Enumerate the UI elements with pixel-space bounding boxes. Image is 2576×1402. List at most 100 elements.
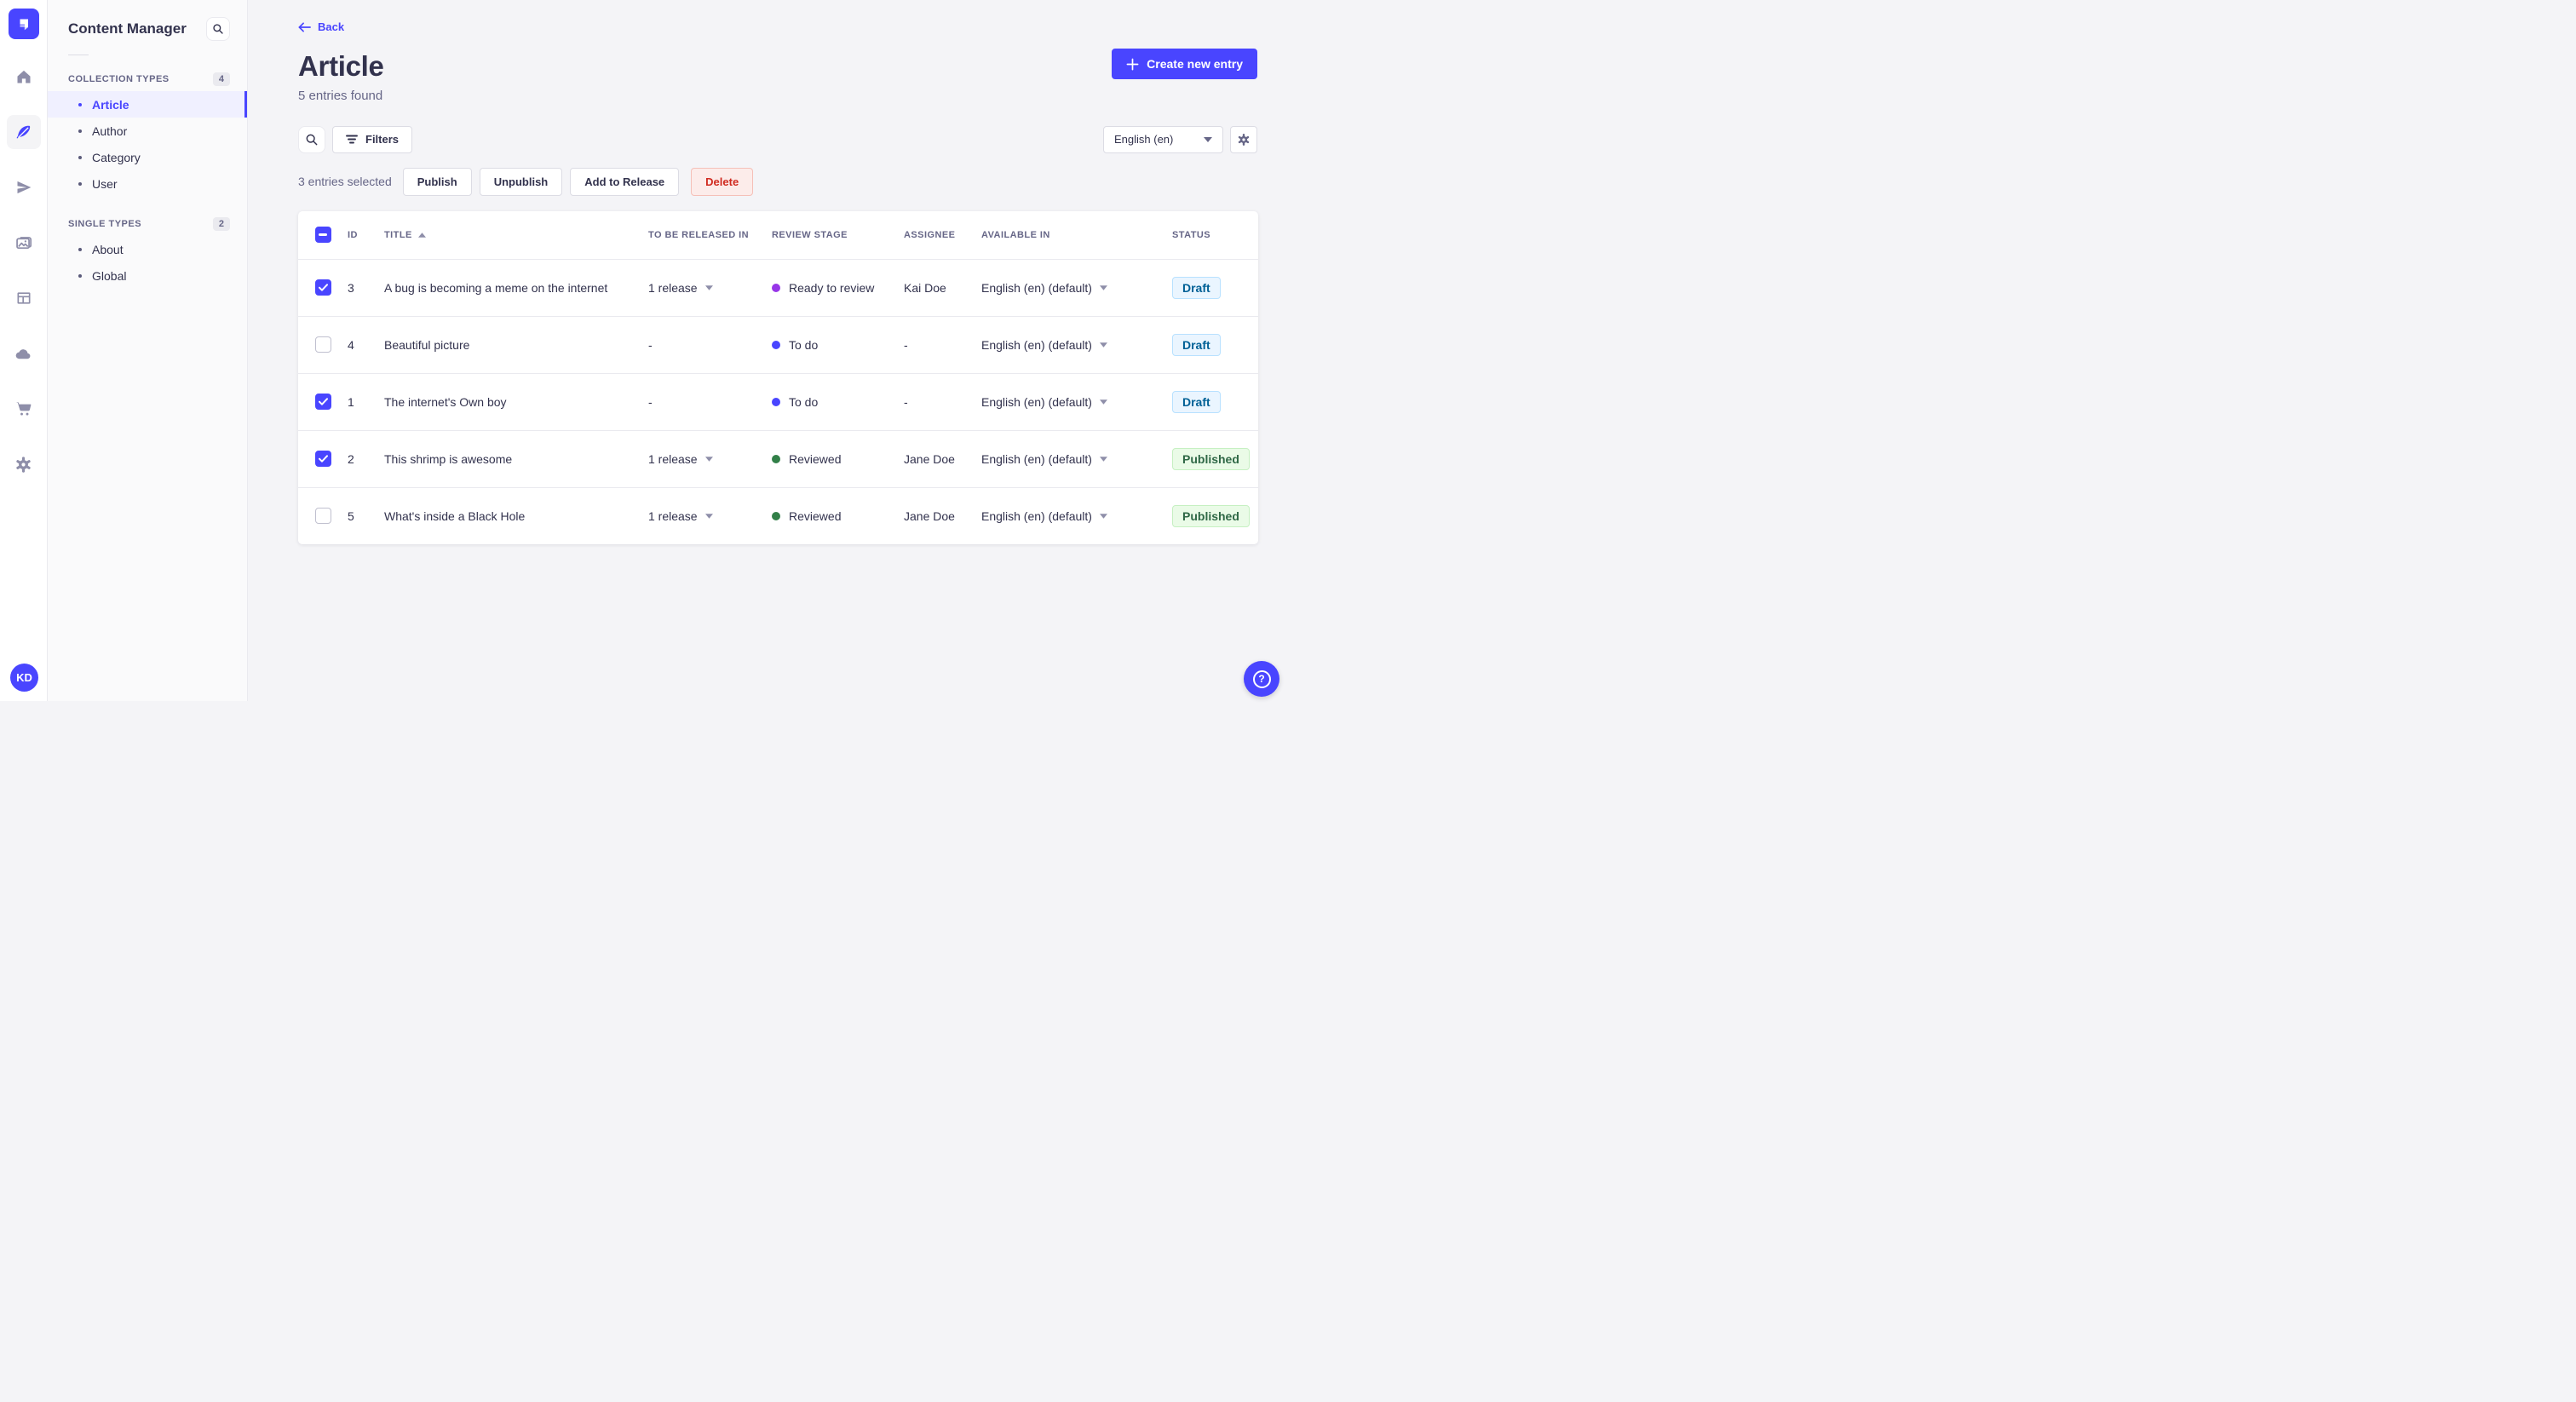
- status-badge: Draft: [1172, 276, 1221, 299]
- single-types-count-badge: 2: [212, 217, 230, 231]
- back-link[interactable]: Back: [298, 20, 344, 33]
- section-label-single-types: SINGLE TYPES: [68, 219, 142, 229]
- row-available-in[interactable]: English (en) (default): [981, 281, 1172, 295]
- column-header-id: ID: [348, 229, 358, 240]
- table-row[interactable]: 1 The internet's Own boy - To do - Engli…: [298, 372, 1258, 430]
- row-title: The internet's Own boy: [384, 394, 507, 409]
- cloud-icon[interactable]: [7, 336, 41, 371]
- chevron-down-icon: [1204, 136, 1212, 142]
- feather-icon[interactable]: [6, 115, 41, 149]
- row-checkbox[interactable]: [314, 279, 331, 296]
- row-id: 1: [348, 394, 354, 409]
- plus-icon: [1126, 58, 1139, 70]
- row-checkbox[interactable]: [314, 508, 331, 524]
- gear-icon[interactable]: [7, 447, 41, 481]
- sidebar-item[interactable]: Category: [48, 144, 247, 170]
- row-review-stage: To do: [772, 395, 904, 409]
- status-badge: Draft: [1172, 333, 1221, 356]
- bullet-icon: [78, 247, 82, 251]
- filters-button[interactable]: Filters: [332, 125, 413, 153]
- row-review-stage: Ready to review: [772, 281, 904, 295]
- entries-table: ID TITLE TO BE RELEASED IN REVIEW STAGE …: [298, 210, 1258, 544]
- row-id: 2: [348, 451, 354, 466]
- toolbar: Filters English (en): [298, 125, 1257, 153]
- check-icon: [318, 398, 328, 405]
- row-release[interactable]: 1 release: [648, 452, 772, 466]
- select-all-checkbox[interactable]: [314, 227, 331, 243]
- row-title: This shrimp is awesome: [384, 451, 513, 466]
- row-release[interactable]: -: [648, 395, 772, 409]
- row-review-stage: Reviewed: [772, 452, 904, 466]
- table-row[interactable]: 3 A bug is becoming a meme on the intern…: [298, 258, 1258, 316]
- locale-select[interactable]: English (en): [1103, 125, 1223, 153]
- chevron-down-icon: [704, 456, 713, 462]
- images-icon[interactable]: [7, 226, 41, 260]
- delete-button[interactable]: Delete: [691, 167, 754, 196]
- search-icon[interactable]: [298, 125, 325, 153]
- paper-plane-icon[interactable]: [7, 170, 41, 204]
- sidebar-item[interactable]: About: [48, 236, 247, 262]
- cart-icon[interactable]: [7, 392, 41, 426]
- column-header-title[interactable]: TITLE: [384, 230, 648, 240]
- row-assignee: Kai Doe: [904, 280, 946, 295]
- bullet-icon: [78, 129, 82, 133]
- publish-button[interactable]: Publish: [402, 167, 472, 196]
- status-badge: Published: [1172, 504, 1250, 527]
- indeterminate-dash-icon: [319, 233, 327, 236]
- table-row[interactable]: 2 This shrimp is awesome 1 release Revie…: [298, 429, 1258, 487]
- column-header-available-in: AVAILABLE IN: [981, 229, 1050, 240]
- row-checkbox[interactable]: [314, 336, 331, 353]
- single-types-list: About Global: [48, 236, 247, 289]
- row-release[interactable]: 1 release: [648, 281, 772, 295]
- strapi-logo[interactable]: [8, 9, 39, 39]
- row-release[interactable]: 1 release: [648, 509, 772, 523]
- subnav-title: Content Manager: [68, 20, 187, 37]
- sidebar-item-label: About: [92, 242, 124, 256]
- row-available-in[interactable]: English (en) (default): [981, 338, 1172, 352]
- unpublish-button[interactable]: Unpublish: [479, 167, 563, 196]
- collection-types-list: Article Author Category User: [48, 91, 247, 197]
- stage-dot-icon: [772, 340, 780, 349]
- view-settings-gear-icon[interactable]: [1230, 125, 1257, 153]
- row-id: 4: [348, 337, 354, 352]
- layout-icon[interactable]: [7, 281, 41, 315]
- add-to-release-button[interactable]: Add to Release: [570, 167, 680, 196]
- row-review-stage: Reviewed: [772, 509, 904, 523]
- help-button[interactable]: ?: [1244, 661, 1279, 697]
- row-checkbox[interactable]: [314, 394, 331, 410]
- sidebar-item-label: Article: [92, 97, 129, 112]
- sort-ascending-icon: [417, 232, 426, 238]
- sidebar-item[interactable]: User: [48, 170, 247, 197]
- row-assignee: -: [904, 337, 908, 352]
- selection-summary: 3 entries selected: [298, 175, 392, 188]
- row-assignee: -: [904, 394, 908, 409]
- create-new-entry-button[interactable]: Create new entry: [1112, 49, 1257, 79]
- row-release[interactable]: -: [648, 338, 772, 352]
- home-icon[interactable]: [7, 60, 41, 94]
- chevron-down-icon: [1099, 284, 1107, 290]
- stage-dot-icon: [772, 397, 780, 406]
- main-nav-rail: KD: [0, 0, 48, 701]
- sidebar-item[interactable]: Author: [48, 118, 247, 144]
- row-title: What's inside a Black Hole: [384, 509, 526, 523]
- collection-types-count-badge: 4: [212, 72, 230, 86]
- row-checkbox[interactable]: [314, 451, 331, 467]
- bullet-icon: [78, 155, 82, 159]
- search-icon[interactable]: [206, 17, 230, 41]
- row-available-in[interactable]: English (en) (default): [981, 395, 1172, 409]
- stage-dot-icon: [772, 454, 780, 463]
- sidebar-item[interactable]: Global: [48, 262, 247, 289]
- column-header-assignee: ASSIGNEE: [904, 229, 956, 240]
- table-row[interactable]: 5 What's inside a Black Hole 1 release R…: [298, 486, 1258, 544]
- sidebar-item[interactable]: Article: [48, 91, 247, 118]
- row-title: Beautiful picture: [384, 337, 470, 352]
- row-available-in[interactable]: English (en) (default): [981, 509, 1172, 523]
- stage-dot-icon: [772, 511, 780, 520]
- check-icon: [318, 284, 328, 291]
- chevron-down-icon: [1099, 513, 1107, 519]
- sidebar-item-label: Author: [92, 124, 128, 138]
- table-row[interactable]: 4 Beautiful picture - To do - English (e…: [298, 315, 1258, 373]
- row-available-in[interactable]: English (en) (default): [981, 452, 1172, 466]
- status-badge: Published: [1172, 447, 1250, 470]
- avatar[interactable]: KD: [10, 664, 38, 692]
